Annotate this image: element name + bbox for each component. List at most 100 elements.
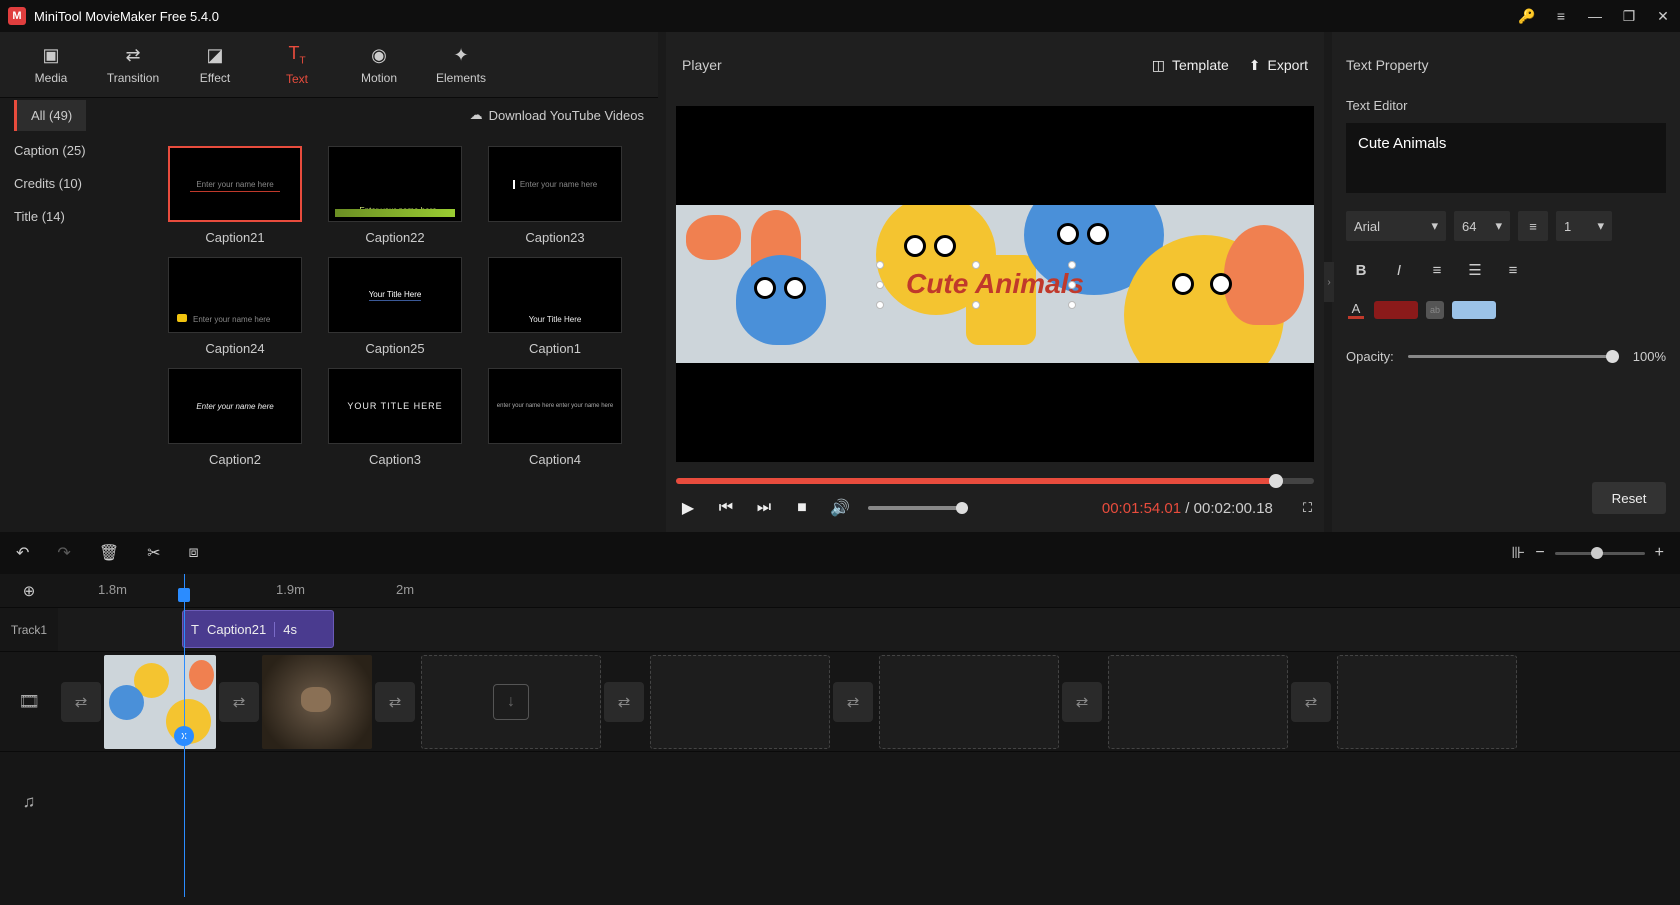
- zoom-slider[interactable]: [1555, 552, 1645, 555]
- color-swatch-red[interactable]: [1374, 301, 1418, 319]
- template-item[interactable]: Enter your name hereCaption23: [480, 146, 630, 245]
- add-track-button[interactable]: ⊕: [0, 574, 58, 607]
- prev-button[interactable]: ⏮: [716, 499, 736, 517]
- video-clip[interactable]: [262, 655, 372, 749]
- opacity-thumb[interactable]: [1606, 350, 1619, 363]
- timeline-ruler[interactable]: ⊕ 1.8m 1.9m 2m: [0, 574, 1680, 608]
- tool-media[interactable]: ▣Media: [10, 32, 92, 98]
- key-icon[interactable]: 🔑: [1518, 7, 1536, 25]
- template-thumb[interactable]: enter your name here enter your name her…: [488, 368, 622, 444]
- text-color-button[interactable]: A: [1346, 299, 1366, 321]
- highlight-toggle[interactable]: ab: [1426, 301, 1444, 319]
- font-size-select[interactable]: 64▾: [1454, 211, 1510, 241]
- close-button[interactable]: ✕: [1654, 7, 1672, 25]
- empty-clip-slot[interactable]: [1337, 655, 1517, 749]
- opacity-slider[interactable]: [1408, 355, 1619, 358]
- font-family-select[interactable]: Arial▾: [1346, 211, 1446, 241]
- transition-icon: ⇄: [125, 45, 140, 66]
- transition-slot[interactable]: ⇄: [833, 682, 873, 722]
- template-item[interactable]: Enter your name hereCaption22: [320, 146, 470, 245]
- transition-slot[interactable]: ⇄: [604, 682, 644, 722]
- assets-panel: ▣Media ⇄Transition ◪Effect TTText ◉Motio…: [0, 32, 658, 532]
- template-item[interactable]: Enter your name hereCaption24: [160, 257, 310, 356]
- template-item[interactable]: YOUR TITLE HERECaption3: [320, 368, 470, 467]
- fullscreen-button[interactable]: ⛶: [1303, 500, 1312, 516]
- video-preview[interactable]: Cute Animals: [676, 106, 1314, 462]
- italic-button[interactable]: I: [1384, 255, 1414, 285]
- template-item[interactable]: Your Title HereCaption25: [320, 257, 470, 356]
- template-thumb[interactable]: Enter your name here: [168, 257, 302, 333]
- reset-button[interactable]: Reset: [1592, 482, 1666, 514]
- export-icon: ⬆: [1249, 57, 1261, 74]
- text-clip[interactable]: T Caption21 4s: [182, 610, 334, 648]
- magnet-icon[interactable]: ⊪: [1511, 543, 1525, 563]
- tool-transition[interactable]: ⇄Transition: [92, 32, 174, 98]
- volume-slider[interactable]: [868, 506, 968, 510]
- empty-clip-slot[interactable]: [879, 655, 1059, 749]
- transition-slot[interactable]: ⇄: [219, 682, 259, 722]
- export-button[interactable]: ⬆Export: [1249, 57, 1308, 74]
- template-thumb[interactable]: Your Title Here: [328, 257, 462, 333]
- seek-bar[interactable]: [676, 478, 1314, 484]
- zoom-in-button[interactable]: +: [1655, 544, 1664, 562]
- maximize-button[interactable]: ❐: [1620, 7, 1638, 25]
- crop-button[interactable]: ⧈: [189, 544, 199, 562]
- volume-icon[interactable]: 🔊: [830, 498, 850, 518]
- align-right-button[interactable]: ≡: [1498, 255, 1528, 285]
- next-button[interactable]: ⏭: [754, 499, 774, 517]
- split-button[interactable]: ✂: [147, 543, 160, 563]
- template-thumb[interactable]: Enter your name here: [168, 368, 302, 444]
- template-item[interactable]: enter your name here enter your name her…: [480, 368, 630, 467]
- delete-button[interactable]: 🗑: [99, 543, 119, 563]
- empty-clip-slot[interactable]: [650, 655, 830, 749]
- bold-button[interactable]: B: [1346, 255, 1376, 285]
- category-title[interactable]: Title (14): [0, 200, 150, 233]
- video-clip[interactable]: x: [104, 655, 216, 749]
- panel-collapse-handle[interactable]: ›: [1324, 262, 1334, 302]
- zoom-out-button[interactable]: −: [1535, 544, 1544, 562]
- volume-thumb[interactable]: [956, 502, 968, 514]
- color-swatch-blue[interactable]: [1452, 301, 1496, 319]
- template-thumb[interactable]: Your Title Here: [488, 257, 622, 333]
- template-thumb[interactable]: YOUR TITLE HERE: [328, 368, 462, 444]
- transition-slot[interactable]: ⇄: [1062, 682, 1102, 722]
- template-grid[interactable]: Enter your name hereCaption21 Enter your…: [150, 132, 658, 532]
- tool-effect[interactable]: ◪Effect: [174, 32, 256, 98]
- template-thumb[interactable]: Enter your name here: [488, 146, 622, 222]
- zoom-thumb[interactable]: [1591, 547, 1603, 559]
- empty-clip-slot[interactable]: [1108, 655, 1288, 749]
- play-button[interactable]: ▶: [678, 498, 698, 518]
- tool-elements[interactable]: ✦Elements: [420, 32, 502, 98]
- text-content-input[interactable]: [1346, 123, 1666, 193]
- align-center-button[interactable]: ☰: [1460, 255, 1490, 285]
- app-title: MiniTool MovieMaker Free 5.4.0: [34, 9, 219, 24]
- hamburger-icon[interactable]: ≡: [1552, 7, 1570, 25]
- category-all[interactable]: All (49): [14, 100, 86, 131]
- tool-motion[interactable]: ◉Motion: [338, 32, 420, 98]
- line-height-button[interactable]: ≡: [1518, 211, 1548, 241]
- category-sidebar: Caption (25) Credits (10) Title (14): [0, 132, 150, 532]
- template-item[interactable]: Your Title HereCaption1: [480, 257, 630, 356]
- template-button[interactable]: ◫Template: [1152, 57, 1229, 74]
- template-item[interactable]: Enter your name hereCaption2: [160, 368, 310, 467]
- playhead[interactable]: [184, 574, 185, 897]
- transition-slot[interactable]: ⇄: [61, 682, 101, 722]
- transition-slot[interactable]: ⇄: [1291, 682, 1331, 722]
- template-thumb[interactable]: Enter your name here: [328, 146, 462, 222]
- category-caption[interactable]: Caption (25): [0, 134, 150, 167]
- letter-spacing-select[interactable]: 1▾: [1556, 211, 1612, 241]
- template-thumb[interactable]: Enter your name here: [168, 146, 302, 222]
- template-item[interactable]: Enter your name hereCaption21: [160, 146, 310, 245]
- player-title: Player: [682, 57, 722, 73]
- download-youtube-link[interactable]: ☁ Download YouTube Videos: [470, 107, 644, 123]
- undo-button[interactable]: ↶: [16, 543, 29, 563]
- stop-button[interactable]: ■: [792, 499, 812, 517]
- empty-clip-slot[interactable]: ↓: [421, 655, 601, 749]
- transition-slot[interactable]: ⇄: [375, 682, 415, 722]
- tool-text[interactable]: TTText: [256, 32, 338, 98]
- align-left-button[interactable]: ≡: [1422, 255, 1452, 285]
- category-credits[interactable]: Credits (10): [0, 167, 150, 200]
- minimize-button[interactable]: —: [1586, 7, 1604, 25]
- redo-button[interactable]: ↷: [57, 543, 70, 563]
- text-editor-label: Text Editor: [1346, 98, 1666, 113]
